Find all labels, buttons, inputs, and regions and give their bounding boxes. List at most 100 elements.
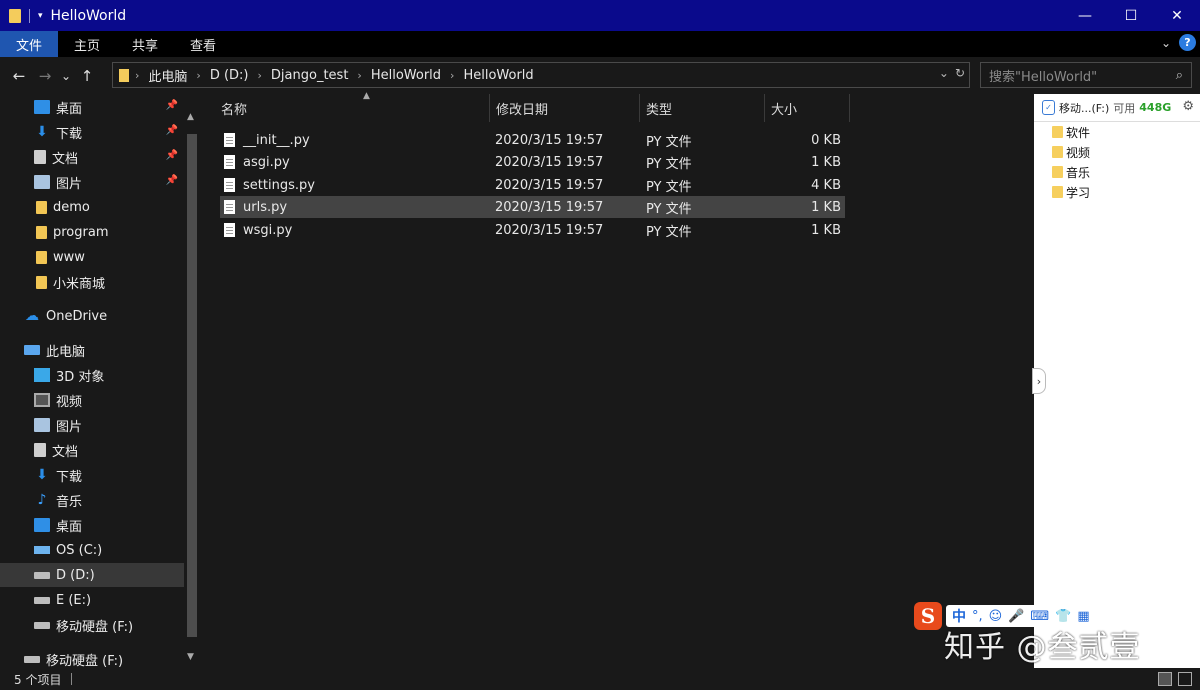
free-space-label: 可用 [1113, 101, 1136, 115]
chevron-right-icon[interactable]: › [135, 69, 139, 82]
pin-icon[interactable]: 📌 [166, 175, 178, 186]
pin-icon[interactable]: 📌 [166, 125, 178, 136]
tab-view[interactable]: 查看 [174, 31, 232, 57]
sidebar-item-documents-pc[interactable]: 文档 [0, 438, 184, 462]
sidebar-item-downloads[interactable]: ⬇ 下载 📌 [0, 120, 184, 144]
forward-button[interactable]: → [32, 62, 58, 90]
refresh-icon[interactable]: ↻ [955, 66, 965, 80]
file-size: 1 KB [811, 154, 841, 170]
back-button[interactable]: ← [6, 62, 32, 90]
sidebar-item-label: 桌面 [56, 519, 83, 535]
folder-icon [1052, 166, 1063, 178]
sidebar-item-desktop[interactable]: 桌面 📌 [0, 95, 184, 119]
sidebar-item-pictures-pc[interactable]: 图片 [0, 413, 184, 437]
table-row[interactable]: settings.py 2020/3/15 19:57 PY 文件 4 KB [220, 174, 845, 196]
search-icon[interactable]: ⌕ [1176, 68, 1183, 83]
sidebar-item-removable-f[interactable]: 移动硬盘 (F:) [0, 613, 184, 637]
sidebar-item-videos[interactable]: 视频 [0, 388, 184, 412]
maximize-button[interactable]: ☐ [1108, 0, 1154, 31]
file-name: wsgi.py [243, 222, 293, 238]
minimize-button[interactable]: — [1062, 0, 1108, 31]
drive-name[interactable]: 移动...(F:) [1059, 100, 1109, 116]
status-bar: 5 个项目 [0, 668, 1200, 690]
sidebar-item-d-drive[interactable]: D (D:) [0, 563, 184, 587]
scroll-down-icon[interactable]: ▼ [187, 652, 194, 662]
table-row[interactable]: wsgi.py 2020/3/15 19:57 PY 文件 1 KB [220, 219, 845, 241]
sidebar-item-label: 移动硬盘 (F:) [46, 653, 124, 669]
table-row[interactable]: asgi.py 2020/3/15 19:57 PY 文件 1 KB [220, 151, 845, 173]
chevron-right-icon[interactable]: › [450, 69, 454, 82]
recent-locations-button[interactable]: ⌄ [58, 62, 74, 90]
large-icons-view-button[interactable] [1178, 672, 1192, 686]
list-item[interactable]: 音乐 [1052, 162, 1090, 182]
sidebar-item-removable-root[interactable]: 移动硬盘 (F:) [0, 647, 184, 668]
sidebar-item-label: 小米商城 [53, 276, 106, 292]
expand-ribbon-chevron-icon[interactable]: ⌄ [1161, 36, 1171, 50]
tab-home[interactable]: 主页 [58, 31, 116, 57]
sidebar-item-program[interactable]: program [0, 220, 184, 244]
music-icon: ♪ [37, 492, 47, 508]
ribbon-right-controls: ⌄ ? [1161, 34, 1196, 51]
help-icon[interactable]: ? [1179, 34, 1196, 51]
breadcrumb-helloworld[interactable]: HelloWorld [371, 68, 441, 83]
sidebar-item-label: OneDrive [46, 308, 108, 324]
chevron-right-icon[interactable]: › [1032, 368, 1046, 394]
tab-share[interactable]: 共享 [116, 31, 174, 57]
breadcrumb-this-pc[interactable]: 此电脑 [148, 66, 187, 85]
sidebar-scrollbar[interactable]: ▲ ▼ [184, 94, 200, 668]
sidebar-item-this-pc[interactable]: 此电脑 [0, 338, 184, 362]
sidebar-item-downloads-pc[interactable]: ⬇ 下载 [0, 463, 184, 487]
tab-file[interactable]: 文件 [0, 31, 59, 57]
folder-icon [36, 225, 47, 239]
file-icon [224, 155, 235, 169]
breadcrumb-helloworld-current[interactable]: HelloWorld [463, 68, 533, 83]
sidebar-item-music[interactable]: ♪ 音乐 [0, 488, 184, 512]
search-input[interactable]: 搜索"HelloWorld" ⌕ [980, 62, 1192, 88]
file-type: PY 文件 [646, 134, 692, 150]
column-header-name[interactable]: 名称 ▲ [215, 91, 490, 122]
sidebar-item-demo[interactable]: demo [0, 195, 184, 219]
up-button[interactable]: ↑ [74, 62, 100, 90]
list-item[interactable]: 学习 [1052, 182, 1090, 202]
sidebar-item-onedrive[interactable]: ☁ OneDrive [0, 304, 184, 328]
view-toggle [1158, 672, 1192, 686]
gear-icon[interactable]: ⚙ [1182, 99, 1194, 114]
pin-icon[interactable]: 📌 [166, 150, 178, 161]
table-row[interactable]: __init__.py 2020/3/15 19:57 PY 文件 0 KB [220, 129, 845, 151]
close-button[interactable]: ✕ [1154, 0, 1200, 31]
sidebar-item-label: 此电脑 [46, 344, 86, 360]
sidebar-item-documents[interactable]: 文档 📌 [0, 145, 184, 169]
sidebar-item-www[interactable]: www [0, 245, 184, 269]
sidebar-item-3d-objects[interactable]: 3D 对象 [0, 363, 184, 387]
sidebar-item-label: 移动硬盘 (F:) [56, 619, 134, 635]
sidebar-item-e-drive[interactable]: E (E:) [0, 588, 184, 612]
breadcrumb-django-test[interactable]: Django_test [271, 68, 349, 83]
scrollbar-thumb[interactable] [187, 134, 197, 637]
quick-access-toolbar-dropdown[interactable]: ▾ [38, 11, 43, 21]
list-item[interactable]: 软件 [1052, 122, 1090, 142]
chevron-right-icon[interactable]: › [258, 69, 262, 82]
sidebar-item-xiaomi-store[interactable]: 小米商城 [0, 270, 184, 294]
sidebar-item-desktop-pc[interactable]: 桌面 [0, 513, 184, 537]
sidebar-item-os-c[interactable]: OS (C:) [0, 538, 184, 562]
sogou-logo-icon[interactable]: S [914, 602, 942, 630]
sidebar-item-pictures[interactable]: 图片 📌 [0, 170, 184, 194]
chevron-down-icon[interactable]: ⌄ [939, 66, 949, 80]
sidebar-item-label: 音乐 [56, 494, 83, 510]
scroll-up-icon[interactable]: ▲ [187, 112, 194, 122]
column-header-size[interactable]: 大小 [765, 94, 850, 122]
breadcrumb-d-drive[interactable]: D (D:) [210, 68, 249, 83]
list-item[interactable]: 视频 [1052, 142, 1090, 162]
folder-icon [119, 68, 129, 82]
details-view-button[interactable] [1158, 672, 1172, 686]
chevron-right-icon[interactable]: › [196, 69, 200, 82]
address-bar[interactable]: › 此电脑 › D (D:) › Django_test › HelloWorl… [112, 62, 970, 88]
chevron-right-icon[interactable]: › [357, 69, 361, 82]
sidebar-item-label: program [53, 224, 109, 240]
table-row[interactable]: urls.py 2020/3/15 19:57 PY 文件 1 KB [220, 196, 845, 218]
column-header-type[interactable]: 类型 [640, 94, 765, 122]
sidebar-item-label: D (D:) [56, 567, 95, 583]
file-name: settings.py [243, 177, 315, 193]
column-header-modified[interactable]: 修改日期 [490, 94, 640, 122]
pin-icon[interactable]: 📌 [166, 100, 178, 111]
